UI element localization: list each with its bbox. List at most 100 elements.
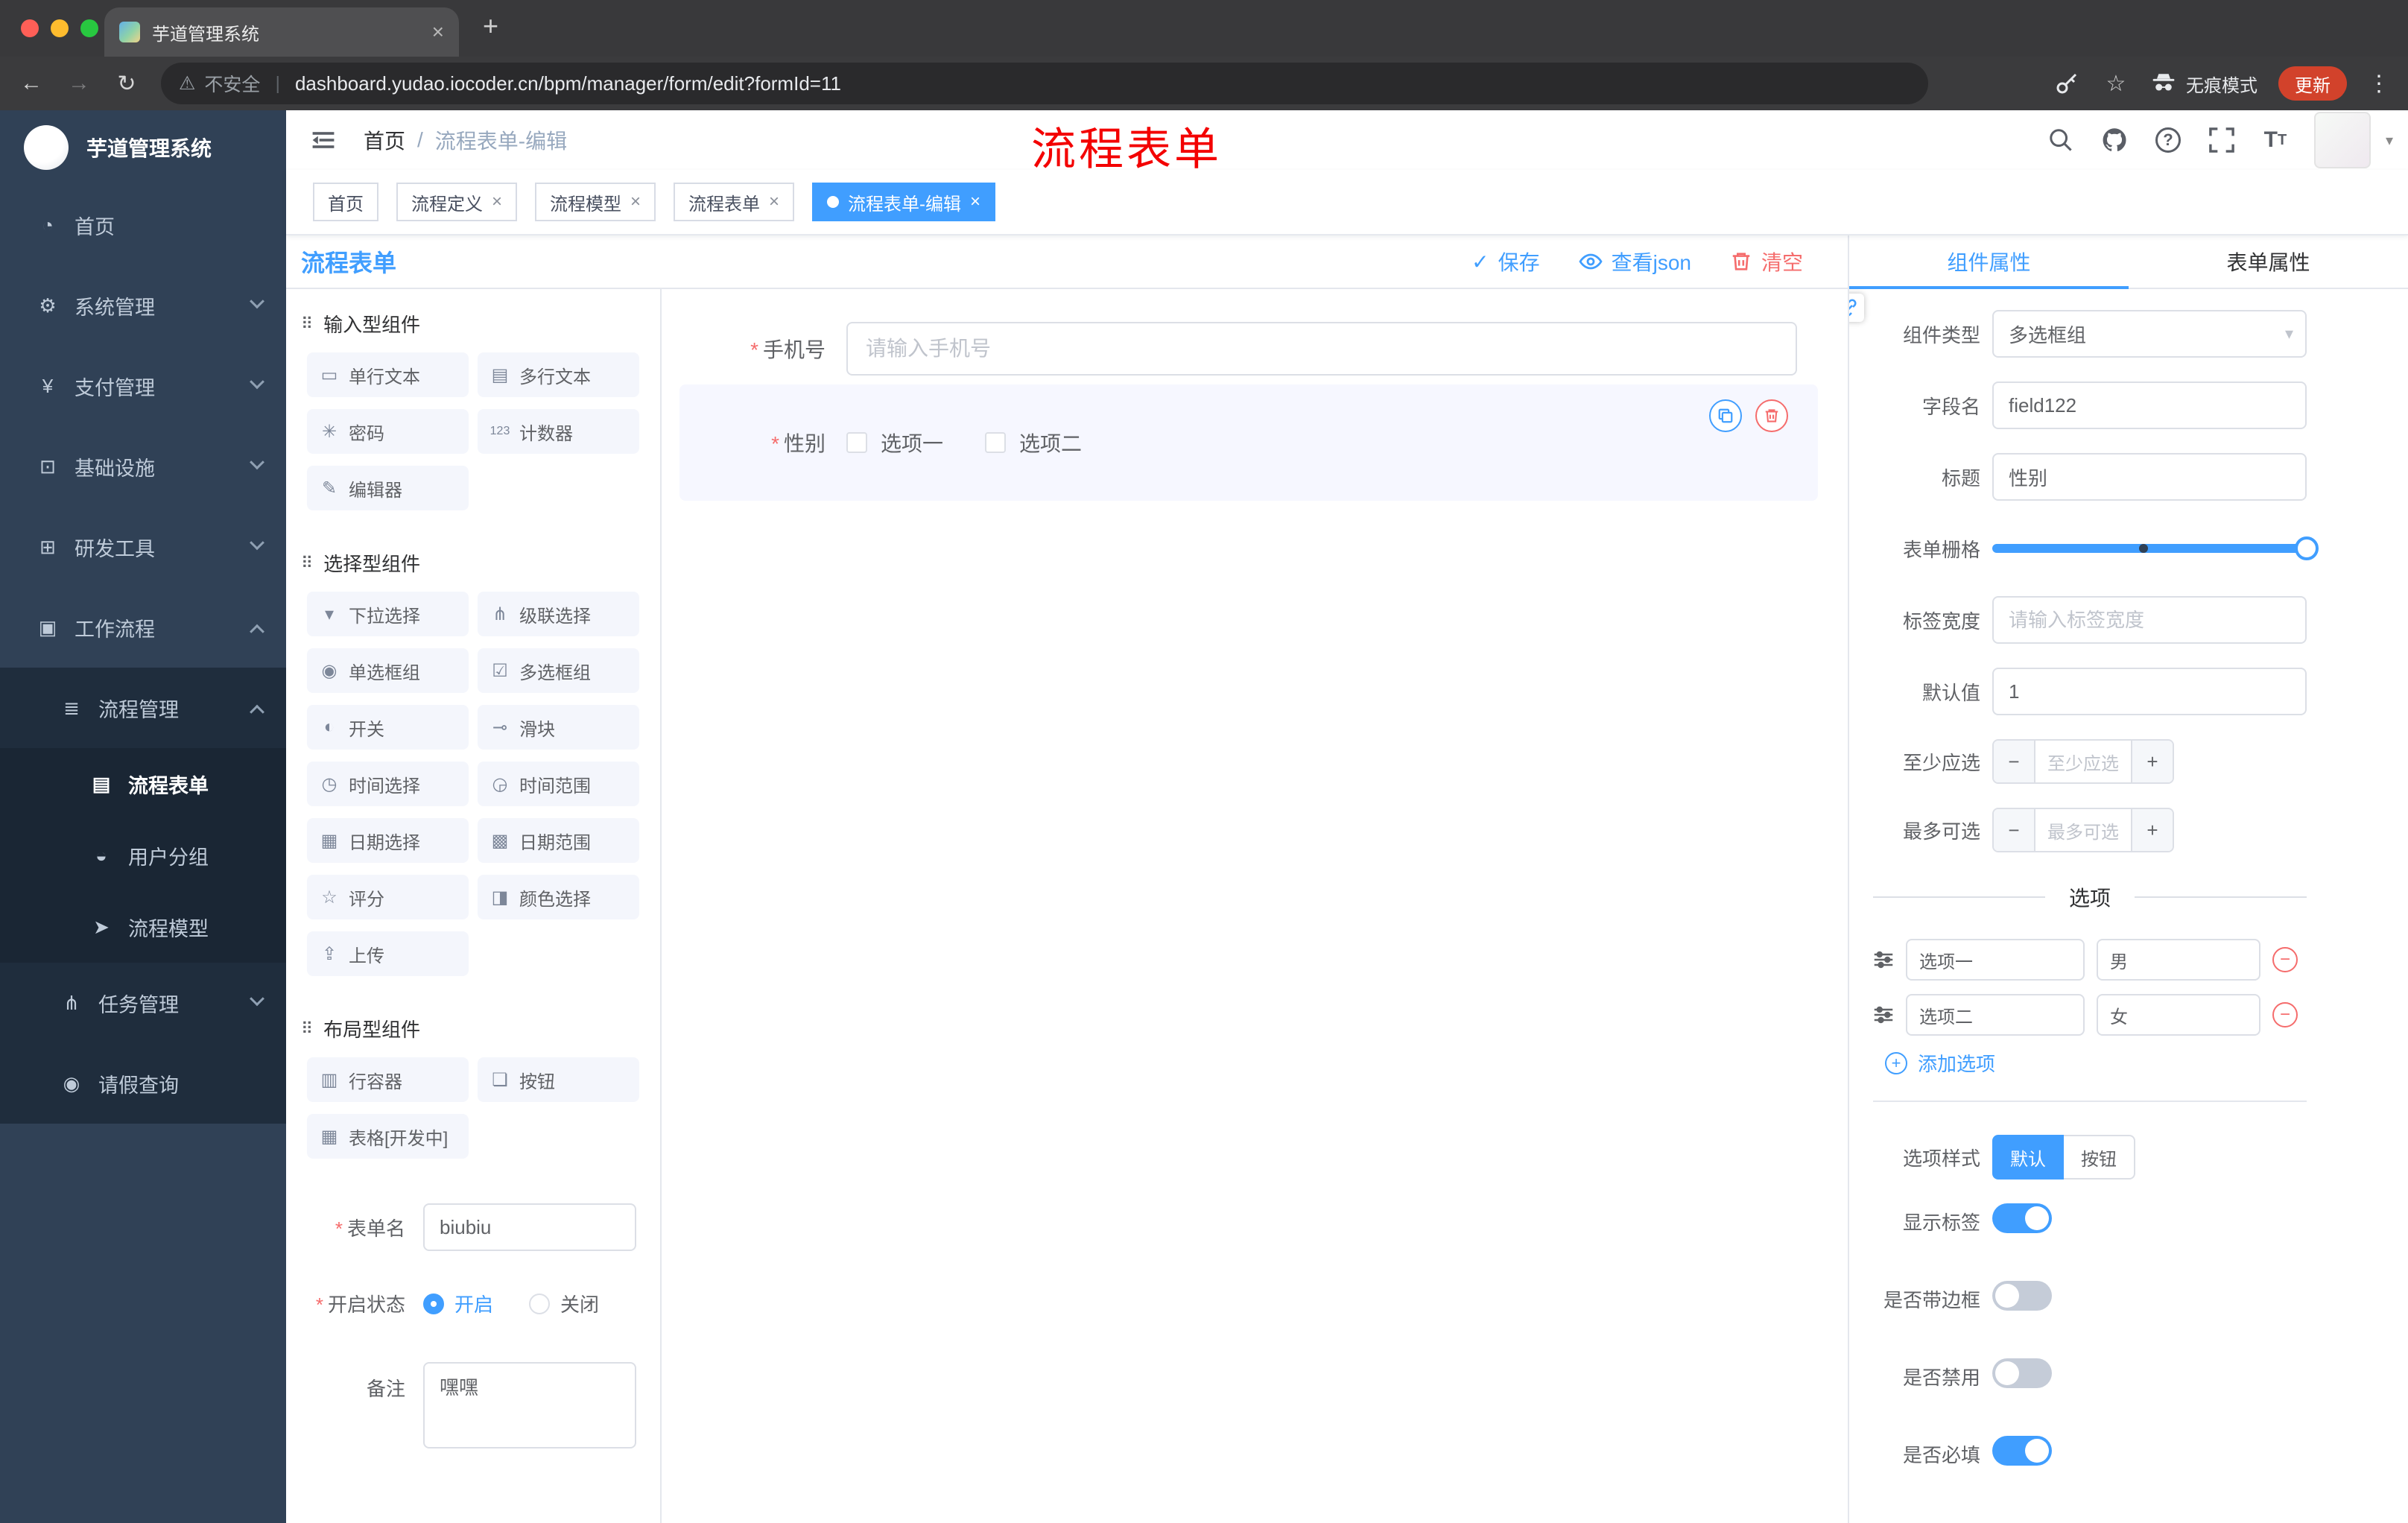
palette-item-single-text[interactable]: ▭ 单行文本 [307, 352, 469, 397]
delete-field-button[interactable] [1755, 399, 1788, 432]
phone-input[interactable] [846, 322, 1797, 376]
palette-item-upload[interactable]: ⇪ 上传 [307, 931, 469, 976]
style-default-button[interactable]: 默认 [1992, 1135, 2064, 1180]
component-type-select[interactable]: 多选框组 ▾ [1992, 310, 2307, 358]
gender-option1-checkbox[interactable]: 选项一 [846, 428, 943, 457]
drag-handle-icon[interactable] [1873, 949, 1894, 970]
key-icon[interactable] [2052, 69, 2082, 98]
forward-icon[interactable]: → [66, 71, 92, 96]
save-button[interactable]: ✓ 保存 [1471, 247, 1539, 276]
zoom-window-button[interactable] [80, 19, 98, 37]
palette-item-select[interactable]: ▾ 下拉选择 [307, 592, 469, 636]
palette-item-time-range[interactable]: ◶ 时间范围 [478, 762, 639, 806]
required-switch[interactable] [1992, 1436, 2052, 1466]
sidebar-fold-icon[interactable] [310, 127, 337, 153]
palette-item-date-range[interactable]: ▩ 日期范围 [478, 818, 639, 863]
gender-option2-checkbox[interactable]: 选项二 [985, 428, 1082, 457]
option-value-input[interactable] [2097, 994, 2260, 1036]
tab-form-props[interactable]: 表单属性 [2129, 235, 2408, 288]
palette-item-date-picker[interactable]: ▦ 日期选择 [307, 818, 469, 863]
tag-close-icon[interactable]: × [970, 191, 980, 212]
decrement-button[interactable]: − [1994, 741, 2035, 782]
help-icon[interactable]: ? [2153, 125, 2183, 155]
palette-item-slider[interactable]: ⊸ 滑块 [478, 705, 639, 750]
palette-item-counter[interactable]: 123 计数器 [478, 409, 639, 454]
sidebar-item-infra[interactable]: ⊡ 基础设施 [0, 426, 286, 507]
tab-close-icon[interactable]: × [432, 20, 444, 44]
min-select-value[interactable]: 至少应选 [2035, 741, 2131, 782]
style-button-button[interactable]: 按钮 [2064, 1135, 2135, 1180]
sidebar-item-workflow[interactable]: ▣ 工作流程 [0, 587, 286, 668]
canvas-field-phone[interactable]: 手机号 [679, 322, 1827, 376]
tag-process-definition[interactable]: 流程定义 × [396, 183, 518, 221]
browser-update-button[interactable]: 更新 [2278, 66, 2347, 101]
border-switch[interactable] [1992, 1281, 2052, 1311]
search-icon[interactable] [2046, 125, 2076, 155]
slider-handle[interactable] [2295, 536, 2319, 560]
option-label-input[interactable] [1906, 939, 2085, 981]
link-anchor-button[interactable] [1849, 294, 1864, 322]
reload-icon[interactable]: ↻ [113, 71, 140, 97]
browser-menu-icon[interactable]: ⋮ [2368, 71, 2390, 97]
font-size-icon[interactable]: TT [2260, 125, 2290, 155]
tag-close-icon[interactable]: × [769, 191, 779, 212]
sidebar-item-devtools[interactable]: ⊞ 研发工具 [0, 507, 286, 587]
palette-item-password[interactable]: ✳ 密码 [307, 409, 469, 454]
palette-item-cascader[interactable]: ⋔ 级联选择 [478, 592, 639, 636]
tag-process-form[interactable]: 流程表单 × [674, 183, 795, 221]
palette-item-color-picker[interactable]: ◨ 颜色选择 [478, 875, 639, 919]
tag-close-icon[interactable]: × [630, 191, 641, 212]
address-bar[interactable]: ⚠ 不安全 | dashboard.yudao.iocoder.cn/bpm/m… [161, 63, 1928, 104]
sidebar-item-user-group[interactable]: ◒ 用户分组 [0, 820, 286, 891]
fullscreen-icon[interactable] [2207, 125, 2237, 155]
canvas-field-gender-selected[interactable]: 性别 选项一 选项二 [679, 384, 1818, 501]
github-icon[interactable] [2100, 125, 2129, 155]
palette-item-checkbox-group[interactable]: ☑ 多选框组 [478, 648, 639, 693]
grid-slider[interactable] [1992, 525, 2319, 572]
max-select-value[interactable]: 最多可选 [2035, 809, 2131, 851]
field-name-input[interactable] [1992, 381, 2307, 429]
minimize-window-button[interactable] [51, 19, 69, 37]
option-value-input[interactable] [2097, 939, 2260, 981]
bookmark-star-icon[interactable]: ☆ [2103, 71, 2129, 97]
status-off-radio[interactable]: 关闭 [529, 1290, 599, 1317]
sidebar-item-task-management[interactable]: ⋔ 任务管理 [0, 963, 286, 1043]
sidebar-item-leave-query[interactable]: ◉ 请假查询 [0, 1043, 286, 1124]
tag-close-icon[interactable]: × [492, 191, 502, 212]
palette-item-editor[interactable]: ✎ 编辑器 [307, 466, 469, 510]
title-input[interactable] [1992, 453, 2307, 501]
sidebar-item-payment[interactable]: ¥ 支付管理 [0, 346, 286, 426]
clear-button[interactable]: 清空 [1730, 247, 1803, 276]
label-width-input[interactable] [1992, 596, 2307, 644]
remove-option-button[interactable]: − [2272, 947, 2298, 972]
palette-item-table[interactable]: ▦ 表格[开发中] [307, 1114, 469, 1159]
sidebar-item-process-form[interactable]: ▤ 流程表单 [0, 748, 286, 820]
tag-home[interactable]: 首页 [313, 183, 378, 221]
security-indicator[interactable]: ⚠ 不安全 [179, 70, 260, 97]
tag-process-model[interactable]: 流程模型 × [535, 183, 656, 221]
drag-handle-icon[interactable] [1873, 1004, 1894, 1025]
sidebar-item-home[interactable]: ◔ 首页 [0, 185, 286, 265]
palette-item-button[interactable]: ❏ 按钮 [478, 1057, 639, 1102]
increment-button[interactable]: + [2131, 741, 2173, 782]
decrement-button[interactable]: − [1994, 809, 2035, 851]
disabled-switch[interactable] [1992, 1358, 2052, 1388]
add-option-button[interactable]: + 添加选项 [1885, 1049, 2307, 1077]
status-on-radio[interactable]: 开启 [423, 1290, 493, 1317]
tag-process-form-edit[interactable]: 流程表单-编辑 × [812, 183, 996, 221]
remove-option-button[interactable]: − [2272, 1002, 2298, 1028]
palette-item-time-picker[interactable]: ◷ 时间选择 [307, 762, 469, 806]
browser-tab[interactable]: 芋道管理系统 × [104, 7, 459, 57]
increment-button[interactable]: + [2131, 809, 2173, 851]
breadcrumb-home[interactable]: 首页 [364, 125, 405, 155]
palette-item-rate[interactable]: ☆ 评分 [307, 875, 469, 919]
show-label-switch[interactable] [1992, 1203, 2052, 1233]
copy-field-button[interactable] [1709, 399, 1742, 432]
avatar-caret-icon[interactable]: ▾ [2386, 131, 2393, 150]
new-tab-button[interactable]: + [483, 10, 498, 42]
sidebar-item-process-management[interactable]: ≣ 流程管理 [0, 668, 286, 748]
palette-item-switch[interactable]: ◐ 开关 [307, 705, 469, 750]
option-label-input[interactable] [1906, 994, 2085, 1036]
view-json-button[interactable]: 查看json [1579, 247, 1691, 276]
form-remark-textarea[interactable]: 嘿嘿 [423, 1362, 636, 1448]
